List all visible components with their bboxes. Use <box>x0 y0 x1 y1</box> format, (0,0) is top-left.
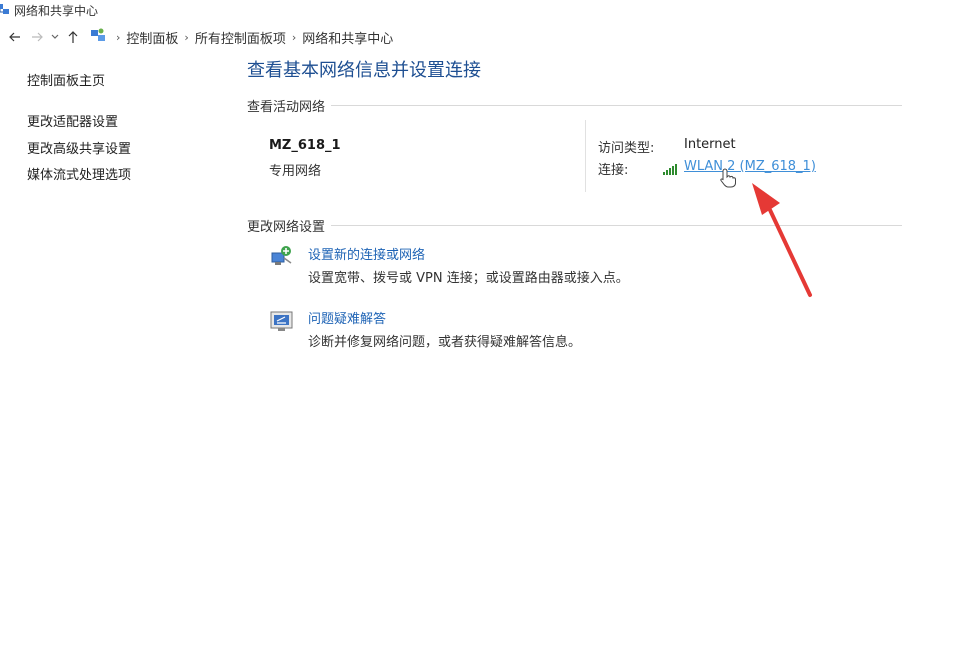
troubleshoot-link[interactable]: 问题疑难解答 <box>308 308 386 327</box>
connection-label: 连接: <box>598 163 629 178</box>
breadcrumb-all-items[interactable]: 所有控制面板项 <box>195 28 286 47</box>
breadcrumb-separator-icon: › <box>116 30 121 44</box>
sidebar-item-advanced-sharing[interactable]: 更改高级共享设置 <box>27 138 131 157</box>
recent-locations-button[interactable] <box>48 26 62 48</box>
control-panel-icon <box>90 27 106 47</box>
setup-connection-desc: 设置宽带、拨号或 VPN 连接；或设置路由器或接入点。 <box>308 271 629 286</box>
breadcrumb-network-center[interactable]: 网络和共享中心 <box>302 28 393 47</box>
network-name: MZ_618_1 <box>269 138 341 153</box>
back-button[interactable] <box>4 26 26 48</box>
red-arrow-icon <box>740 175 820 304</box>
access-type-label: 访问类型: <box>598 141 655 156</box>
troubleshoot-desc: 诊断并修复网络问题，或者获得疑难解答信息。 <box>308 335 582 350</box>
wlan-connection-link[interactable]: WLAN 2 (MZ_618_1) <box>684 159 816 174</box>
window-title: 网络和共享中心 <box>14 3 99 18</box>
sidebar-item-media-streaming[interactable]: 媒体流式处理选项 <box>27 164 131 183</box>
section-label: 更改网络设置 <box>247 220 326 235</box>
arrow-left-icon <box>9 32 20 42</box>
network-type: 专用网络 <box>269 164 322 179</box>
breadcrumb-control-panel[interactable]: 控制面板 <box>126 28 178 47</box>
active-networks-header: 查看活动网络 <box>247 96 902 115</box>
hand-cursor-icon <box>719 168 737 192</box>
forward-button[interactable] <box>26 26 48 48</box>
network-center-icon <box>0 2 10 19</box>
breadcrumb-separator-icon: › <box>184 30 189 44</box>
arrow-up-icon <box>68 30 78 43</box>
setup-connection-link[interactable]: 设置新的连接或网络 <box>308 244 425 263</box>
wifi-signal-icon <box>663 160 679 179</box>
breadcrumb-separator-icon: › <box>291 30 297 44</box>
vertical-divider <box>585 120 586 192</box>
chevron-down-icon <box>51 34 59 39</box>
troubleshoot-icon <box>269 308 295 334</box>
section-label: 查看活动网络 <box>247 100 326 115</box>
arrow-right-icon <box>32 32 43 42</box>
new-connection-icon <box>269 244 295 270</box>
sidebar-item-adapter-settings[interactable]: 更改适配器设置 <box>27 111 118 130</box>
address-bar: › 控制面板 › 所有控制面板项 › 网络和共享中心 <box>0 24 975 50</box>
up-button[interactable] <box>62 26 84 48</box>
page-title: 查看基本网络信息并设置连接 <box>247 60 481 81</box>
access-type-value: Internet <box>684 137 736 152</box>
divider <box>331 105 902 106</box>
title-bar: 网络和共享中心 <box>0 0 975 20</box>
sidebar-item-control-panel-home[interactable]: 控制面板主页 <box>27 70 105 89</box>
